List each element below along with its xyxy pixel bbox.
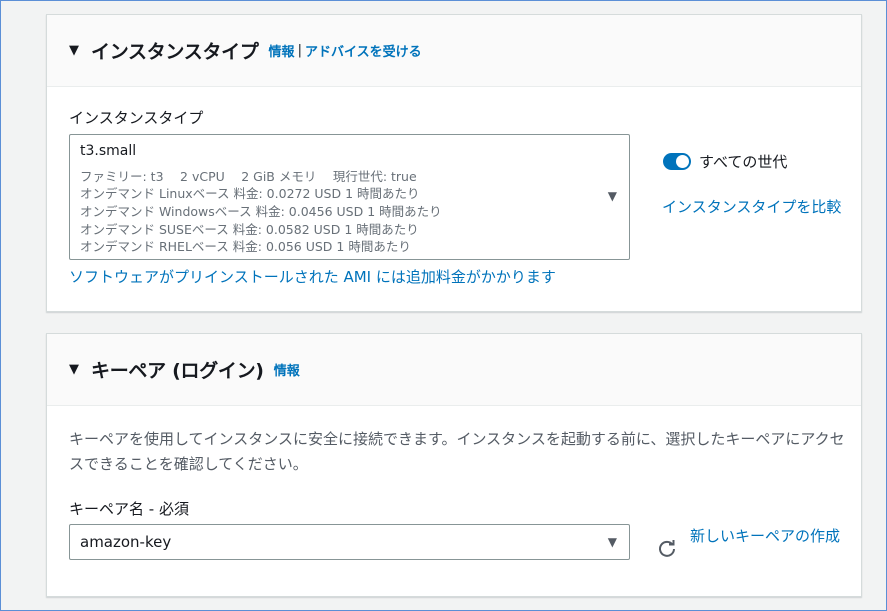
caret-down-icon[interactable]: ▼ [69,362,79,377]
type-rhel-price: オンデマンド RHELベース 料金: 0.056 USD 1 時間あたり [80,239,411,254]
type-linux-price: オンデマンド Linuxベース 料金: 0.0272 USD 1 時間あたり [80,186,420,201]
all-generations-label: すべての世代 [699,153,788,171]
dropdown-arrow-icon[interactable]: ▼ [608,189,617,203]
info-link[interactable]: 情報 [269,41,295,60]
keypair-panel: ▼ キーペア (ログイン) 情報 キーペアを使用してインスタンスに安全に接続でき… [46,333,862,597]
selected-type-name: t3.small [80,143,137,159]
keypair-description: キーペアを使用してインスタンスに安全に接続できます。インスタンスを起動する前に、… [69,430,845,473]
keypair-header[interactable]: ▼ キーペア (ログイン) 情報 [47,334,861,406]
ami-fee-note-link[interactable]: ソフトウェアがプリインストールされた AMI には追加料金がかかります [69,266,556,287]
keypair-field-label: キーペア名 - 必須 [69,500,189,518]
link-separator: | [297,43,302,58]
instance-type-field-label: インスタンスタイプ [69,109,204,127]
keypair-title: キーペア (ログイン) [91,360,264,382]
keypair-info-link[interactable]: 情報 [274,360,300,379]
compare-instance-types-link[interactable]: インスタンスタイプを比較 [662,195,847,219]
instance-type-select[interactable]: t3.small ファミリー: t3 2 vCPU 2 GiB メモリ 現行世代… [69,134,630,260]
keypair-selected-value: amazon-key [80,533,172,551]
caret-down-icon[interactable]: ▼ [69,43,79,58]
advice-link[interactable]: アドバイスを受ける [305,41,422,60]
create-new-keypair-link[interactable]: 新しいキーペアの作成 [690,524,840,548]
type-windows-price: オンデマンド Windowsベース 料金: 0.0456 USD 1 時間あたり [80,204,442,219]
instance-type-header[interactable]: ▼ インスタンスタイプ 情報 | アドバイスを受ける [47,15,861,87]
instance-type-panel: ▼ インスタンスタイプ 情報 | アドバイスを受ける インスタンスタイプ t3.… [46,14,862,312]
keypair-select[interactable]: amazon-key ▼ [69,524,630,560]
all-generations-toggle[interactable] [663,153,691,170]
instance-type-title: インスタンスタイプ [91,41,259,63]
toggle-knob [676,155,689,168]
refresh-icon[interactable] [657,538,677,558]
dropdown-arrow-icon[interactable]: ▼ [608,535,617,549]
